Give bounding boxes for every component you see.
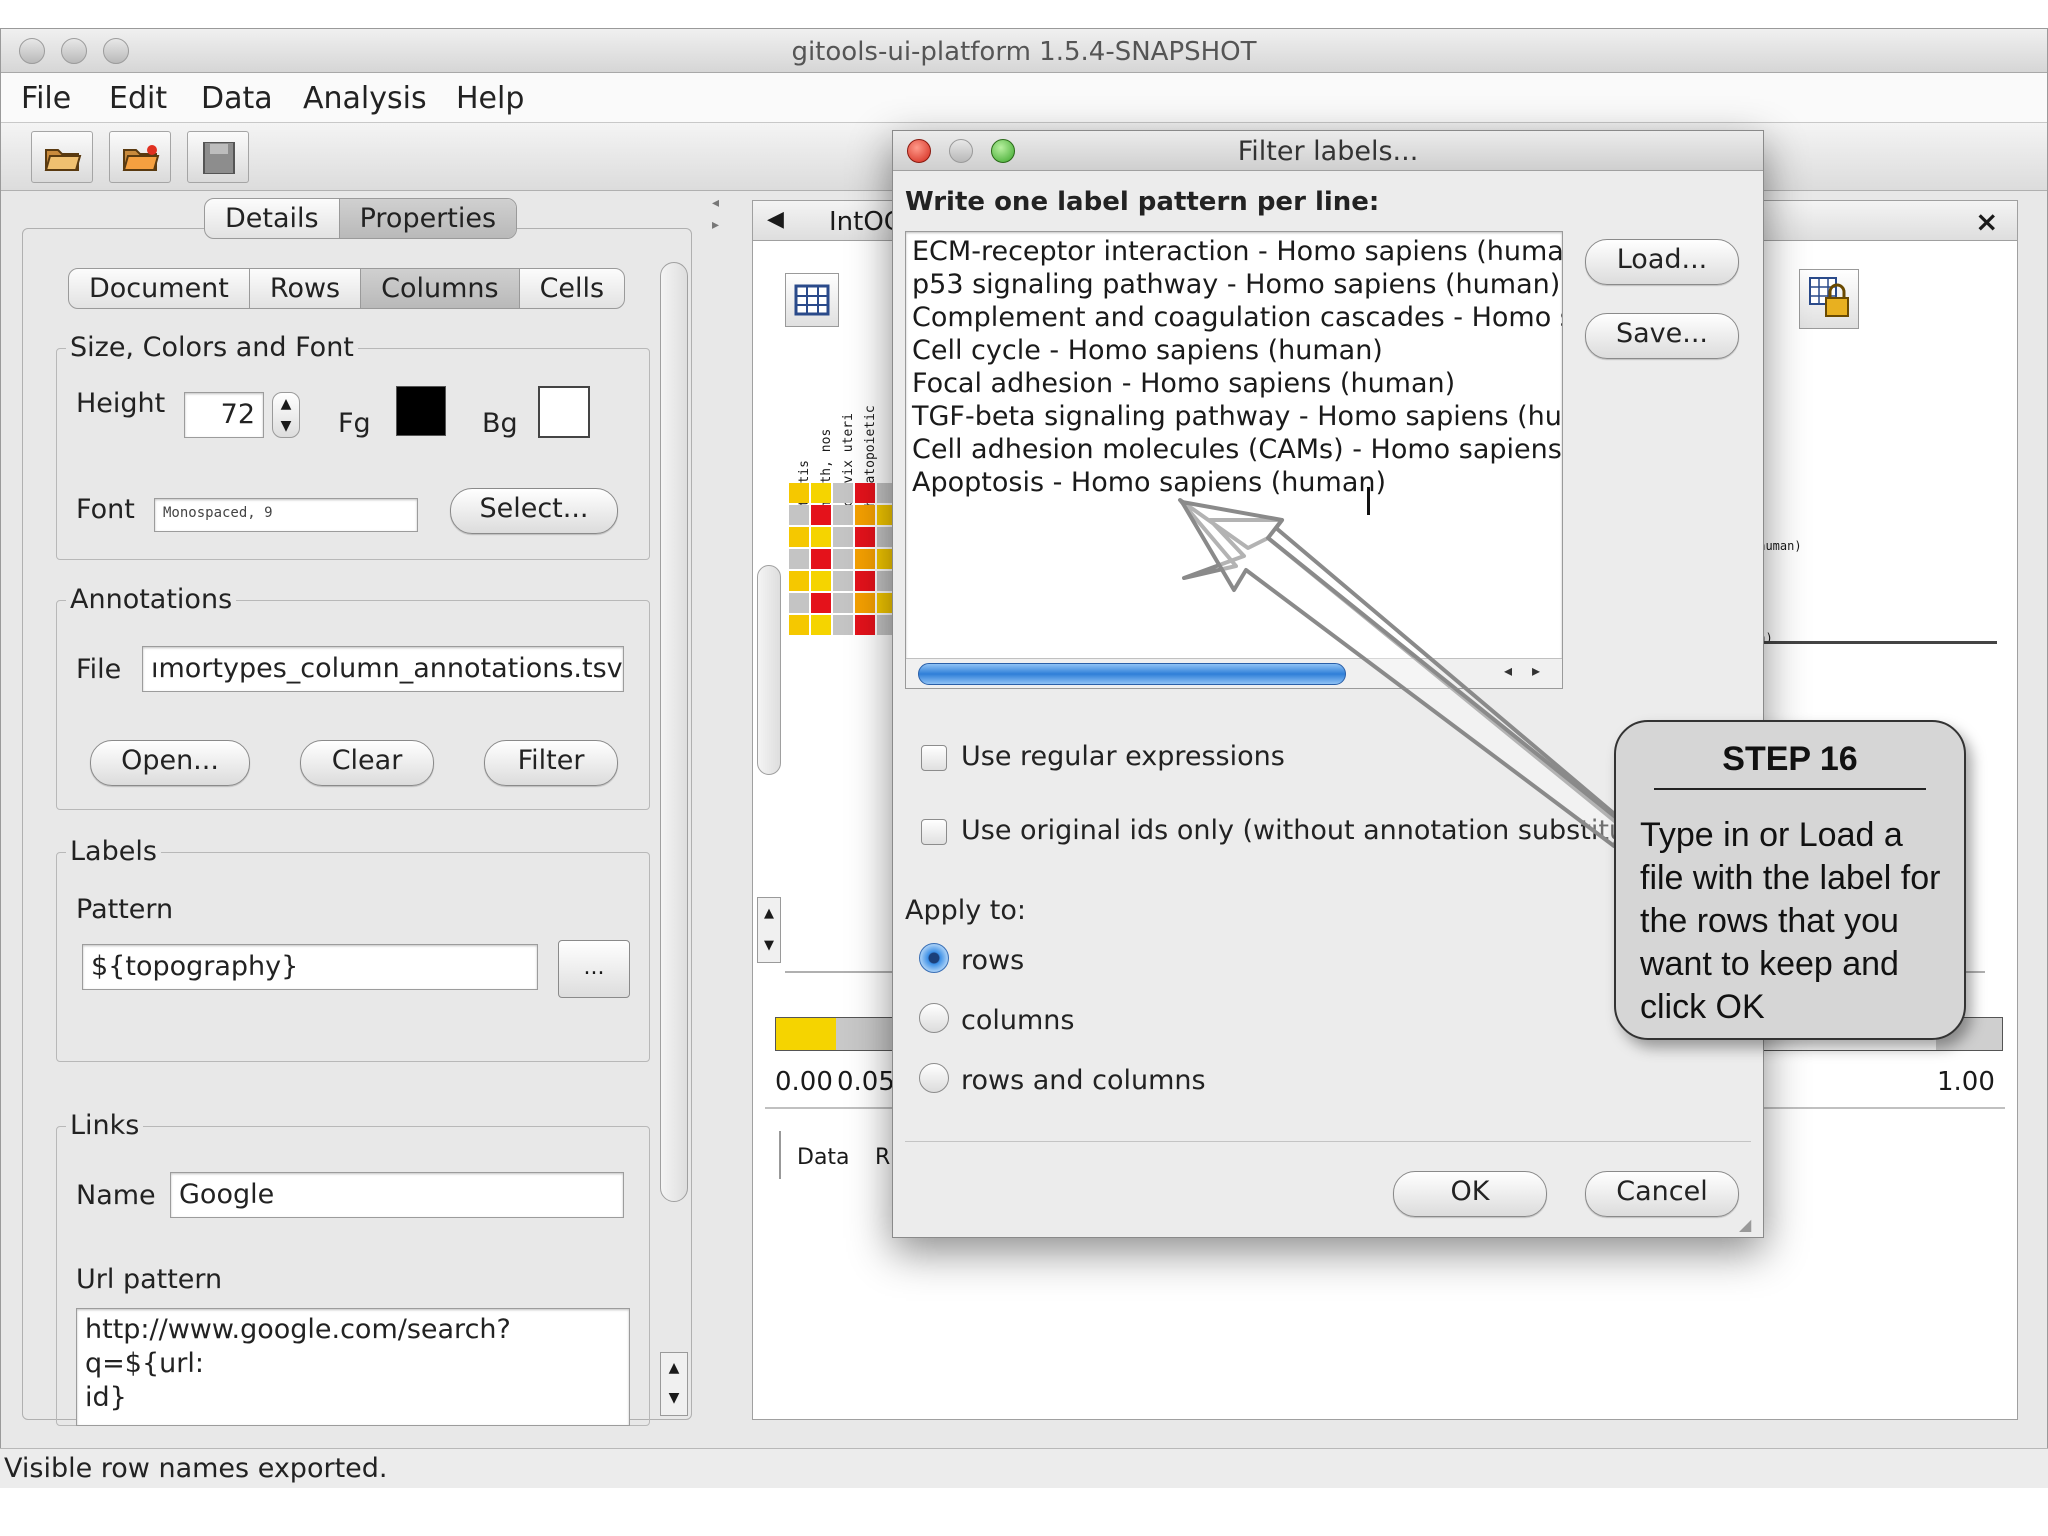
callout-line: Type in or Load a [1640,816,1903,854]
step-callout: STEP 16 Type in or Load a file with the … [1614,720,1966,1040]
callout-line: want to keep and [1640,945,1899,983]
callout-line: file with the label for [1640,859,1941,897]
status-bar: Visible row names exported. [0,1448,2048,1488]
callout-text: Type in or Load a file with the label fo… [1640,814,1960,1029]
status-text: Visible row names exported. [4,1453,388,1484]
callout-line: click OK [1640,988,1765,1026]
callout-title: STEP 16 [1722,740,1858,778]
callout-line: the rows that you [1640,902,1899,940]
callout-rule [1654,788,1926,790]
